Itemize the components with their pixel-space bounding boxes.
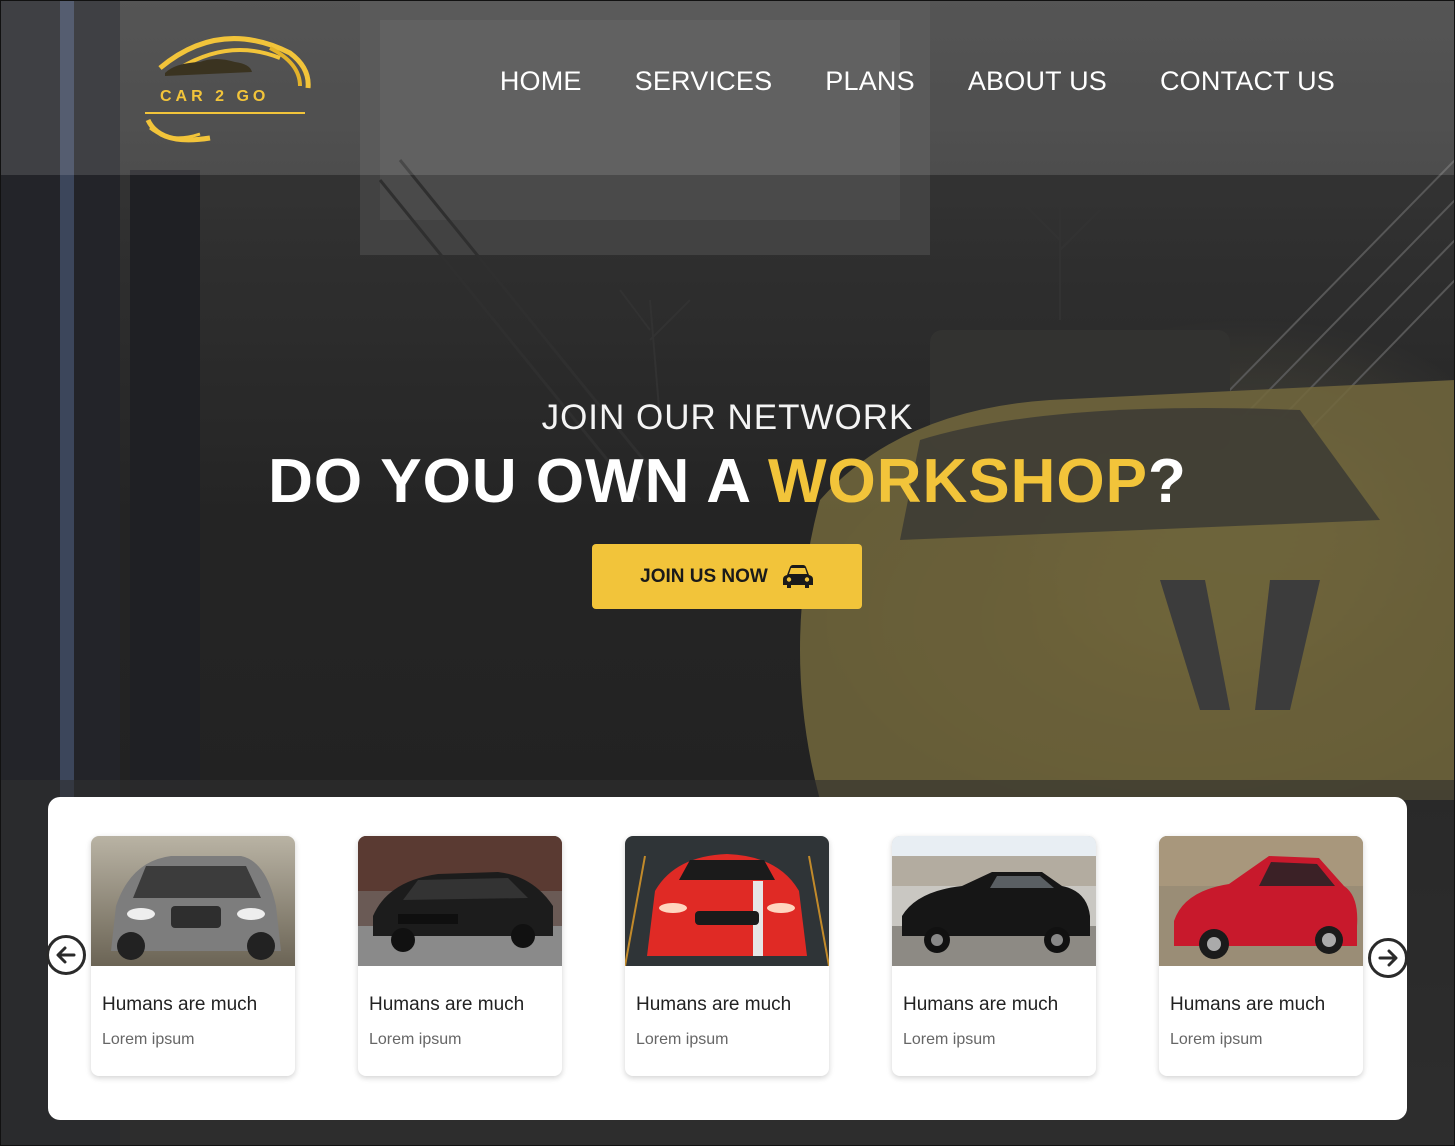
card-subtitle: Lorem ipsum: [903, 1031, 996, 1048]
nav-contact-us[interactable]: CONTACT US: [1160, 66, 1335, 97]
black-sedan-photo: [358, 836, 562, 966]
card-title: Humans are much: [369, 994, 525, 1015]
silver-suv-photo: [91, 836, 295, 966]
car-card[interactable]: Humans are much Lorem ipsum: [892, 836, 1096, 1076]
top-navbar: CAR 2 GO HOME SERVICES PLANS ABOUT US CO…: [0, 0, 1455, 175]
nav-about-us[interactable]: ABOUT US: [968, 66, 1107, 97]
card-subtitle: Lorem ipsum: [369, 1031, 462, 1048]
main-nav: HOME SERVICES PLANS ABOUT US CONTACT US: [500, 66, 1335, 97]
logo-text: CAR 2 GO: [160, 88, 270, 105]
headline-start: DO YOU OWN A: [268, 447, 768, 516]
card-title: Humans are much: [903, 994, 1059, 1015]
nav-home[interactable]: HOME: [500, 66, 582, 97]
card-title: Humans are much: [636, 994, 792, 1015]
car-icon: [782, 564, 813, 588]
red-coupe-photo: [1159, 836, 1363, 966]
arrow-left-circle-icon: [56, 946, 76, 964]
card-subtitle: Lorem ipsum: [636, 1031, 729, 1048]
carousel-prev-button[interactable]: [46, 935, 86, 975]
hero-headline: DO YOU OWN A WORKSHOP?: [0, 446, 1455, 517]
headline-end: ?: [1147, 447, 1187, 516]
card-title: Humans are much: [1170, 994, 1326, 1015]
car-card[interactable]: Humans are much Lorem ipsum: [91, 836, 295, 1076]
join-us-now-label: JOIN US NOW: [640, 565, 768, 587]
card-subtitle: Lorem ipsum: [102, 1031, 195, 1048]
nav-plans[interactable]: PLANS: [825, 66, 915, 97]
hero-eyebrow: JOIN OUR NETWORK: [541, 398, 914, 437]
card-title: Humans are much: [102, 994, 258, 1015]
car2go-logo[interactable]: [140, 28, 315, 146]
car-card[interactable]: Humans are much Lorem ipsum: [358, 836, 562, 1076]
black-muscle-car-photo: [892, 836, 1096, 966]
nav-services[interactable]: SERVICES: [635, 66, 773, 97]
join-us-now-button[interactable]: JOIN US NOW: [592, 544, 862, 609]
car-card[interactable]: Humans are much Lorem ipsum: [625, 836, 829, 1076]
card-subtitle: Lorem ipsum: [1170, 1031, 1263, 1048]
car-card[interactable]: Humans are much Lorem ipsum: [1159, 836, 1363, 1076]
arrow-right-circle-icon: [1378, 949, 1398, 967]
headline-accent: WORKSHOP: [767, 447, 1148, 516]
carousel-next-button[interactable]: [1368, 938, 1408, 978]
red-sports-car-photo: [625, 836, 829, 966]
